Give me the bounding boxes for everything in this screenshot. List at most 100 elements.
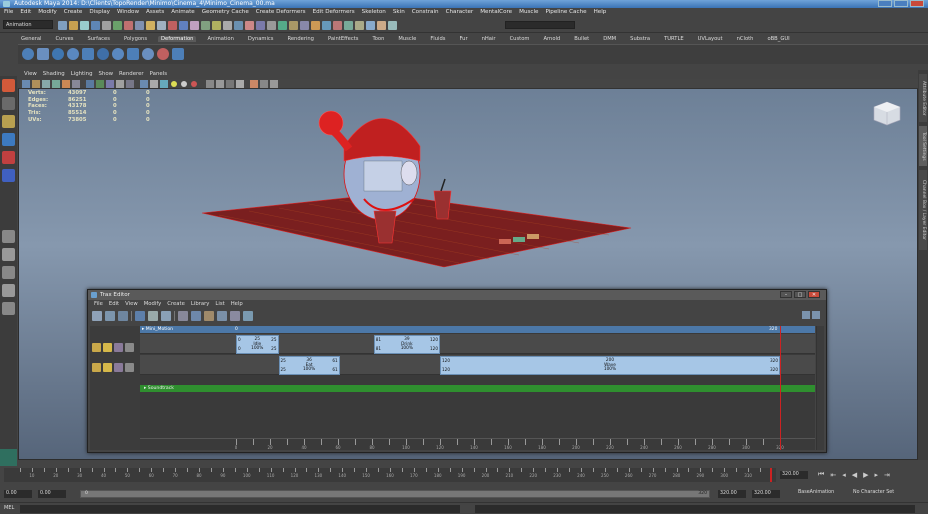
shelf-tab-fur[interactable]: Fur: [456, 36, 470, 42]
deformer-shelf-icon[interactable]: [97, 48, 109, 60]
lock-track-icon[interactable]: [114, 363, 123, 372]
shelf-tab-arnold[interactable]: Arnold: [540, 36, 563, 42]
menu-constrain[interactable]: Constrain: [412, 9, 439, 15]
status-line-tool-icon[interactable]: [168, 21, 177, 30]
menu-set-dropdown[interactable]: Animation: [3, 20, 53, 29]
playback-end-field[interactable]: 320.00: [718, 490, 746, 498]
deformer-shelf-icon[interactable]: [82, 48, 94, 60]
step-forward-key-icon[interactable]: ⇥: [884, 471, 890, 479]
shelf-tab-fluids[interactable]: Fluids: [427, 36, 448, 42]
maximize-button[interactable]: [894, 0, 908, 7]
status-line-tool-icon[interactable]: [322, 21, 331, 30]
trax-menu-file[interactable]: File: [94, 301, 103, 307]
trax-menu-view[interactable]: View: [125, 301, 138, 307]
graph-editor-icon[interactable]: [148, 311, 158, 321]
panel-menu-lighting[interactable]: Lighting: [71, 71, 93, 77]
panel-menu-view[interactable]: View: [24, 71, 37, 77]
blend-clip-icon[interactable]: [217, 311, 227, 321]
deformer-shelf-icon[interactable]: [127, 48, 139, 60]
shelf-tab-dmm[interactable]: DMM: [600, 36, 619, 42]
tab-channel-box[interactable]: Channel Box / Layer Editor: [919, 170, 927, 250]
select-tool-icon[interactable]: [2, 79, 15, 92]
deformer-shelf-icon[interactable]: [142, 48, 154, 60]
solo-track-icon[interactable]: [103, 343, 112, 352]
menu-character[interactable]: Character: [446, 9, 474, 15]
deformer-shelf-icon[interactable]: [172, 48, 184, 60]
shelf-tab-nhair[interactable]: nHair: [479, 36, 499, 42]
status-line-tool-icon[interactable]: [333, 21, 342, 30]
status-line-tool-icon[interactable]: [344, 21, 353, 30]
menu-edit[interactable]: Edit: [20, 9, 31, 15]
status-line-tool-icon[interactable]: [278, 21, 287, 30]
status-line-tool-icon[interactable]: [113, 21, 122, 30]
shelf-tab-bullet[interactable]: Bullet: [571, 36, 592, 42]
trax-layout-icon[interactable]: [802, 311, 810, 319]
menu-file[interactable]: File: [4, 9, 13, 15]
status-line-tool-icon[interactable]: [256, 21, 265, 30]
deformer-shelf-icon[interactable]: [67, 48, 79, 60]
status-line-tool-icon[interactable]: [91, 21, 100, 30]
shelf-tab-muscle[interactable]: Muscle: [395, 36, 419, 42]
trax-vertical-scrollbar[interactable]: [816, 326, 824, 450]
go-to-start-icon[interactable]: ⏮: [818, 470, 824, 479]
menu-modify[interactable]: Modify: [38, 9, 57, 15]
shelf-tab-animation[interactable]: Animation: [204, 36, 236, 42]
trax-close-button[interactable]: ✕: [808, 291, 820, 298]
status-line-tool-icon[interactable]: [157, 21, 166, 30]
current-time-marker[interactable]: [780, 326, 781, 450]
play-backward-icon[interactable]: ◀: [852, 471, 857, 479]
track-options-icon[interactable]: [125, 363, 134, 372]
shelf-tab-rendering[interactable]: Rendering: [284, 36, 317, 42]
lasso-tool-icon[interactable]: [2, 97, 15, 110]
trax-menu-edit[interactable]: Edit: [109, 301, 119, 307]
quick-selection-field[interactable]: [505, 21, 575, 29]
clip-drink[interactable]: 81 120 81 120 39 Drink 100%: [373, 335, 440, 354]
time-warp-icon[interactable]: [230, 311, 240, 321]
layout-four-icon[interactable]: [2, 248, 15, 261]
shelf-tab-custom[interactable]: Custom: [507, 36, 533, 42]
status-line-tool-icon[interactable]: [388, 21, 397, 30]
rotate-tool-icon[interactable]: [2, 151, 15, 164]
help-line-icon[interactable]: [0, 449, 17, 466]
menu-animate[interactable]: Animate: [171, 9, 194, 15]
animation-start-field[interactable]: 0.00: [4, 490, 32, 498]
viewcube-icon[interactable]: [872, 100, 902, 126]
layout-single-icon[interactable]: [2, 230, 15, 243]
panel-menu-shading[interactable]: Shading: [43, 71, 65, 77]
trax-menu-help[interactable]: Help: [231, 301, 243, 307]
status-line-tool-icon[interactable]: [179, 21, 188, 30]
clip-wave[interactable]: 120 320 120 320 200 Wave 100%: [440, 356, 780, 375]
trax-menu-library[interactable]: Library: [191, 301, 210, 307]
trax-maximize-button[interactable]: □: [794, 291, 806, 298]
animation-end-field[interactable]: 320.00: [752, 490, 780, 498]
command-language-label[interactable]: MEL: [4, 505, 14, 511]
layout-two-icon[interactable]: [2, 266, 15, 279]
step-forward-frame-icon[interactable]: ▸: [874, 471, 878, 479]
trax-timeline-ruler[interactable]: 0 20 40 60 80 100 120 140 160 180 200 220 240 260 280 3…: [140, 438, 815, 450]
layout-outliner-icon[interactable]: [2, 284, 15, 297]
layout-graph-icon[interactable]: [2, 302, 15, 315]
panel-toolbar-icons[interactable]: [22, 79, 322, 89]
clip-idle[interactable]: 0 25 0 25 25 Idle 100%: [236, 335, 279, 354]
status-line-tool-icon[interactable]: [212, 21, 221, 30]
status-line-tool-icon[interactable]: [58, 21, 67, 30]
trax-options-icon[interactable]: [812, 311, 820, 319]
status-line-tool-icon[interactable]: [102, 21, 111, 30]
status-line-tool-icon[interactable]: [300, 21, 309, 30]
status-line-tool-icon[interactable]: [311, 21, 320, 30]
status-line-tool-icon[interactable]: [289, 21, 298, 30]
menu-display[interactable]: Display: [89, 9, 110, 15]
status-line-tool-icon[interactable]: [267, 21, 276, 30]
status-line-tool-icon[interactable]: [366, 21, 375, 30]
close-button[interactable]: [910, 0, 924, 7]
lock-track-icon[interactable]: [114, 343, 123, 352]
deformer-shelf-icon[interactable]: [112, 48, 124, 60]
trax-menu-list[interactable]: List: [215, 301, 224, 307]
load-selected-characters-icon[interactable]: [92, 311, 102, 321]
view-mode-icon[interactable]: [135, 311, 145, 321]
mute-track-icon[interactable]: [92, 363, 101, 372]
move-tool-icon[interactable]: [2, 133, 15, 146]
status-line-tool-icon[interactable]: [190, 21, 199, 30]
animation-layer-dropdown[interactable]: BaseAnimation: [798, 490, 834, 495]
menu-edit-deformers[interactable]: Edit Deformers: [313, 9, 355, 15]
